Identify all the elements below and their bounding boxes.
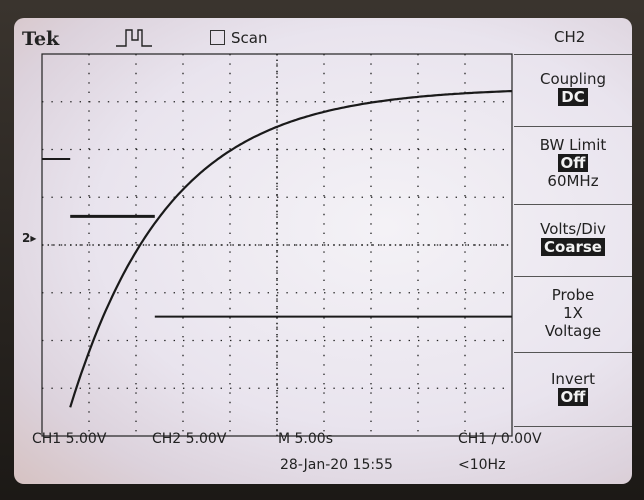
invert-label: Invert <box>550 370 596 388</box>
probe-label: Probe <box>551 286 595 304</box>
bw-limit-extra: 60MHz <box>547 172 599 190</box>
trigger-readout: CH1 ∕ 0.00V <box>458 431 542 447</box>
probe-extra: Voltage <box>544 322 602 340</box>
menu-probe[interactable]: Probe 1X Voltage <box>514 286 632 340</box>
menu-divider <box>514 276 632 277</box>
coupling-value: DC <box>558 88 588 106</box>
menu-volts-div[interactable]: Volts/Div Coarse <box>514 220 632 256</box>
menu-divider <box>514 204 632 205</box>
timebase-readout: M 5.00s <box>278 431 333 447</box>
volts-div-value: Coarse <box>541 238 605 256</box>
menu-bw-limit[interactable]: BW Limit Off 60MHz <box>514 136 632 190</box>
menu-divider <box>514 126 632 127</box>
grid-lines <box>41 53 513 437</box>
menu-invert[interactable]: Invert Off <box>514 370 632 406</box>
bw-limit-label: BW Limit <box>539 136 607 154</box>
invert-value: Off <box>557 388 589 406</box>
oscilloscope-screen: Tek Scan CH2 2▸ Coupling DC BW Limit Off… <box>14 18 632 484</box>
ch2-scale-readout: CH2 5.00V <box>152 431 227 447</box>
bw-limit-value: Off <box>557 154 589 172</box>
ch2-ground-marker: 2▸ <box>22 231 37 245</box>
datetime-readout: 28-Jan-20 15:55 <box>280 457 393 473</box>
menu-divider <box>514 352 632 353</box>
coupling-label: Coupling <box>539 70 607 88</box>
menu-divider <box>514 54 632 55</box>
probe-value: 1X <box>563 304 583 322</box>
ch2-exponential-trace <box>69 89 512 408</box>
volts-div-label: Volts/Div <box>540 220 606 238</box>
menu-coupling[interactable]: Coupling DC <box>514 70 632 106</box>
ch1-scale-readout: CH1 5.00V <box>32 431 107 447</box>
menu-divider <box>514 426 632 427</box>
frequency-readout: <10Hz <box>458 457 506 473</box>
